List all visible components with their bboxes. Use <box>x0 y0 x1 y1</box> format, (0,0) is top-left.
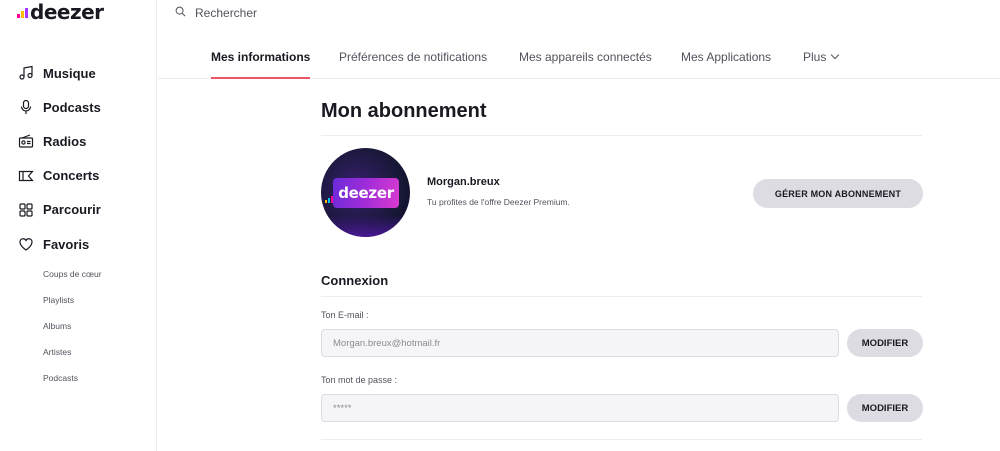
tab-plus[interactable]: Plus <box>803 50 840 79</box>
avatar-logo-text: deezer <box>338 184 394 202</box>
sidebar-item-label: Favoris <box>43 236 90 252</box>
sidebar-item-musique[interactable]: Musique <box>18 56 101 90</box>
profile-card: deezer Morgan.breux Tu profites de l'off… <box>321 148 923 238</box>
email-field[interactable] <box>321 329 839 357</box>
tab-appareils-connectes[interactable]: Mes appareils connectés <box>519 50 652 79</box>
deezer-logo[interactable]: deezer <box>17 2 104 22</box>
username: Morgan.breux <box>427 176 500 188</box>
password-label: Ton mot de passe : <box>321 375 398 385</box>
sidebar-item-concerts[interactable]: Concerts <box>18 159 101 193</box>
divider <box>321 439 922 440</box>
microphone-icon <box>18 99 34 115</box>
ticket-icon <box>18 168 34 184</box>
subnav-item-playlists[interactable]: Playlists <box>43 293 102 319</box>
email-label: Ton E-mail : <box>321 310 369 320</box>
tab-mes-applications[interactable]: Mes Applications <box>681 50 771 79</box>
tab-preferences-notifications[interactable]: Préférences de notifications <box>339 50 487 79</box>
avatar-logo-bars-icon <box>325 196 333 203</box>
main-content: Mon abonnement deezer Morgan.breux Tu pr… <box>321 100 923 440</box>
password-field[interactable] <box>321 394 839 422</box>
main-nav: Musique Podcasts Radios Concerts Parcour… <box>18 56 101 261</box>
search-bar <box>175 5 495 21</box>
avatar-screen: deezer <box>333 178 399 208</box>
sidebar: deezer Musique Podcasts Radios Concerts <box>0 0 157 451</box>
subnav-item-coups-de-coeur[interactable]: Coups de cœur <box>43 267 102 293</box>
search-input[interactable] <box>195 6 495 20</box>
subnav-item-artistes[interactable]: Artistes <box>43 345 102 371</box>
sidebar-item-radios[interactable]: Radios <box>18 124 101 158</box>
search-icon <box>175 4 195 22</box>
chevron-down-icon <box>831 50 840 60</box>
subnav-item-albums[interactable]: Albums <box>43 319 102 345</box>
grid-icon <box>18 202 34 218</box>
sidebar-item-label: Concerts <box>43 168 100 184</box>
avatar: deezer <box>321 148 410 237</box>
page-title: Mon abonnement <box>321 100 922 136</box>
radio-icon <box>18 133 34 149</box>
connexion-section-title: Connexion <box>321 273 922 297</box>
account-tabs: Mes informations Préférences de notifica… <box>158 38 1000 79</box>
subscription-offer-text: Tu profites de l'offre Deezer Premium. <box>427 197 570 207</box>
sidebar-item-label: Musique <box>43 65 96 81</box>
sidebar-item-favoris[interactable]: Favoris <box>18 227 101 261</box>
sidebar-item-parcourir[interactable]: Parcourir <box>18 193 101 227</box>
music-note-icon <box>18 65 34 81</box>
logo-text: deezer <box>30 0 104 24</box>
sidebar-item-label: Podcasts <box>43 99 101 115</box>
logo-bars-icon <box>17 6 28 18</box>
modify-email-button[interactable]: MODIFIER <box>847 329 923 357</box>
tab-plus-label: Plus <box>803 50 827 64</box>
modify-password-button[interactable]: MODIFIER <box>847 394 923 422</box>
sidebar-item-podcasts[interactable]: Podcasts <box>18 90 101 124</box>
sidebar-item-label: Parcourir <box>43 202 101 218</box>
subnav-item-podcasts[interactable]: Podcasts <box>43 371 102 397</box>
heart-icon <box>18 236 34 252</box>
manage-subscription-button[interactable]: GÉRER MON ABONNEMENT <box>753 179 923 208</box>
tab-mes-informations[interactable]: Mes informations <box>211 50 311 79</box>
sidebar-item-label: Radios <box>43 133 87 149</box>
favorites-subnav: Coups de cœur Playlists Albums Artistes … <box>43 267 102 397</box>
